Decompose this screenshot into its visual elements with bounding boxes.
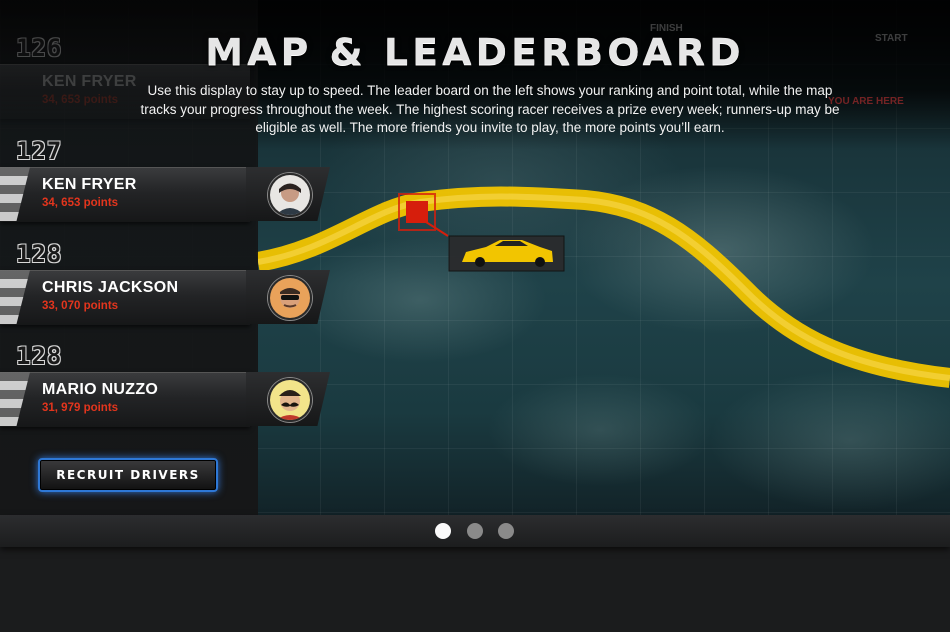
driver-points: 33, 070 points (42, 300, 119, 312)
avatar[interactable] (268, 173, 312, 217)
leaderboard-entry[interactable]: MARIO NUZZO 31, 979 points (0, 372, 330, 427)
leaderboard-panel: 126 KEN FRYER 34, 653 points 127 KEN FRY… (0, 0, 330, 515)
pager-dot-active[interactable] (435, 523, 451, 539)
leaderboard-entry[interactable]: CHRIS JACKSON 33, 070 points (0, 270, 330, 325)
pager-dot[interactable] (467, 523, 483, 539)
driver-points: 31, 979 points (42, 402, 119, 414)
driver-points: 34, 653 points (42, 94, 119, 106)
driver-name: CHRIS JACKSON (42, 279, 179, 296)
leaderboard-entry[interactable]: KEN FRYER 34, 653 points (0, 167, 330, 222)
avatar[interactable] (268, 378, 312, 422)
game-stage: FINISH START YOU ARE HERE 126 KEN FRYER … (0, 0, 950, 515)
rank-number: 128 (16, 342, 63, 370)
rank-number: 127 (16, 137, 63, 165)
pager-dot[interactable] (498, 523, 514, 539)
driver-name: KEN FRYER (42, 73, 137, 90)
rank-number: 128 (16, 240, 63, 268)
driver-points: 34, 653 points (42, 197, 119, 209)
avatar[interactable] (268, 276, 312, 320)
driver-name: MARIO NUZZO (42, 381, 159, 398)
recruit-drivers-button[interactable]: RECRUIT DRIVERS (38, 458, 218, 492)
driver-name: KEN FRYER (42, 176, 137, 193)
page-title: MAP & LEADERBOARD (205, 31, 745, 73)
car-icon[interactable] (448, 235, 565, 272)
pager (0, 515, 950, 547)
intro-text: Use this display to stay up to speed. Th… (140, 83, 840, 135)
